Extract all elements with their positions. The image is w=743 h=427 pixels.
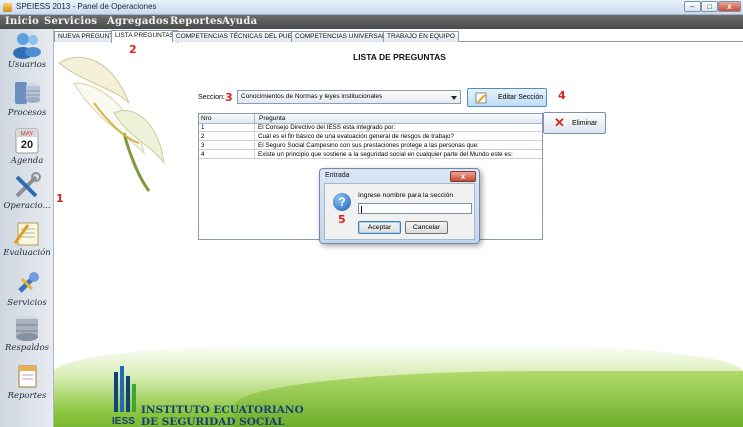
annotation-1: 1 — [56, 192, 64, 205]
text-caret — [361, 206, 362, 213]
column-header-nro[interactable]: Nro — [201, 115, 211, 122]
table-row[interactable]: 1 El Consejo Directivo del IESS esta int… — [199, 124, 542, 132]
accept-button[interactable]: Aceptar — [358, 221, 401, 234]
menu-servicios[interactable]: Servicios — [44, 16, 97, 27]
tab-trabajo-en-equipo[interactable]: TRABAJO EN EQUIPO — [383, 31, 459, 42]
minimize-button[interactable]: – — [684, 1, 701, 12]
app-icon — [3, 3, 12, 12]
tab-bar: NUEVA PREGUNTA LISTA PREGUNTAS COMPETENC… — [54, 30, 743, 43]
sidebar-item-evaluacion[interactable]: Evaluación — [2, 219, 52, 258]
tools-icon — [15, 172, 41, 198]
sidebar-item-label: Agenda — [10, 156, 44, 166]
dialog-title: Entrada — [325, 172, 350, 179]
sidebar-item-label: Evaluación — [3, 248, 51, 258]
sidebar-item-procesos[interactable]: Procesos — [2, 79, 52, 118]
question-icon: ? — [333, 193, 351, 211]
dialog-close-button[interactable]: x — [450, 171, 476, 182]
row-question: Cuál es el fin básico de una evaluación … — [258, 133, 455, 140]
sidebar-item-reportes[interactable]: Reportes — [2, 362, 52, 401]
database-icon — [15, 82, 40, 104]
title-bar: SPEIESS 2013 - Panel de Operaciones – □ … — [0, 0, 743, 15]
table-row[interactable]: 3 El Seguro Social Campesino con sus pre… — [199, 142, 542, 150]
row-question: El Seguro Social Campesino con sus prest… — [258, 142, 479, 149]
logo-line-1: INSTITUTO ECUATORIANO — [141, 404, 304, 416]
row-number: 3 — [201, 142, 205, 149]
dialog-prompt: Ingrese nombre para la sección — [358, 192, 454, 199]
menu-reportes[interactable]: Reportes — [170, 16, 223, 27]
tab-lista-preguntas[interactable]: LISTA PREGUNTAS — [111, 30, 178, 43]
delete-x-icon: ✕ — [554, 115, 565, 130]
report-icon — [18, 365, 37, 388]
logo-acronym: IESS — [112, 416, 135, 427]
sidebar-item-servicios[interactable]: Servicios — [2, 269, 52, 308]
row-number: 4 — [201, 151, 205, 158]
calendar-day: 20 — [21, 139, 33, 151]
iess-logo: IESS INSTITUTO ECUATORIANO DE SEGURIDAD … — [111, 366, 304, 427]
calendar-month: MAY — [21, 132, 34, 138]
notepad-icon — [13, 222, 39, 246]
edit-section-button[interactable]: Editar Sección — [467, 88, 547, 107]
annotation-2: 2 — [129, 43, 137, 56]
section-dropdown-value: Conocimientos de Normas y leyes instituc… — [241, 93, 383, 100]
section-label: Seccion: — [198, 94, 225, 101]
window-title: SPEIESS 2013 - Panel de Operaciones — [16, 2, 157, 11]
sidebar-item-respaldos[interactable]: Respaldos — [2, 314, 52, 353]
table-row[interactable]: 2 Cuál es el fin básico de una evaluació… — [199, 133, 542, 141]
row-number: 1 — [201, 124, 205, 131]
calendar-icon: MAY 20 — [15, 128, 39, 154]
dialog-body: ? Ingrese nombre para la sección Aceptar… — [324, 183, 475, 240]
maximize-button[interactable]: □ — [701, 1, 718, 12]
delete-button[interactable]: ✕ Eliminar — [543, 112, 606, 134]
edit-section-label: Editar Sección — [498, 94, 544, 101]
sidebar-item-usuarios[interactable]: Usuarios — [2, 31, 52, 70]
sidebar-item-label: Respaldos — [5, 343, 49, 353]
server-icon — [16, 315, 38, 341]
sidebar-item-label: Procesos — [7, 108, 47, 118]
chevron-down-icon — [451, 96, 457, 100]
cancel-button[interactable]: Cancelar — [405, 221, 448, 234]
sidebar-item-label: Operacio... — [3, 201, 51, 211]
family-logo-icon — [114, 366, 136, 412]
table-row[interactable]: 4 Existe un principio que sostiene a la … — [199, 151, 542, 159]
pencil-icon — [475, 92, 487, 104]
row-question: El Consejo Directivo del IESS esta integ… — [258, 124, 396, 131]
users-icon — [13, 33, 41, 59]
menu-agregados[interactable]: Agregados — [107, 16, 169, 27]
annotation-3: 3 — [225, 91, 233, 104]
annotation-4: 4 — [558, 89, 566, 102]
lily-flower-image — [58, 56, 165, 192]
menu-inicio[interactable]: Inicio — [5, 16, 39, 27]
menu-ayuda[interactable]: Ayuda — [222, 16, 257, 27]
sidebar-item-label: Reportes — [7, 391, 47, 401]
sidebar: Usuarios Procesos MAY 20 Agenda Operacio… — [0, 29, 54, 427]
section-name-input[interactable] — [358, 203, 472, 214]
column-header-pregunta[interactable]: Pregunta — [259, 115, 285, 122]
sidebar-item-operaciones[interactable]: Operacio... — [2, 172, 52, 211]
annotation-5: 5 — [338, 213, 346, 226]
page-title: LISTA DE PREGUNTAS — [353, 52, 446, 62]
sidebar-item-agenda[interactable]: MAY 20 Agenda — [2, 127, 52, 166]
table-header: Nro Pregunta — [199, 114, 542, 124]
input-dialog: Entrada x ? Ingrese nombre para la secci… — [319, 168, 480, 244]
wrench-icon — [18, 272, 39, 293]
section-dropdown[interactable]: Conocimientos de Normas y leyes instituc… — [237, 90, 461, 104]
menu-bar: Inicio Servicios Agregados Reportes Ayud… — [0, 15, 743, 29]
logo-line-2: DE SEGURIDAD SOCIAL — [141, 416, 285, 427]
sidebar-item-label: Servicios — [7, 298, 47, 308]
delete-label: Eliminar — [572, 120, 598, 127]
close-button[interactable]: x — [718, 1, 741, 12]
tab-competencias-tecnicas[interactable]: COMPETENCIAS TÉCNICAS DEL PUESTO — [172, 31, 310, 42]
row-question: Existe un principio que sostiene a la se… — [258, 151, 513, 158]
row-number: 2 — [201, 133, 205, 140]
sidebar-item-label: Usuarios — [7, 60, 47, 70]
